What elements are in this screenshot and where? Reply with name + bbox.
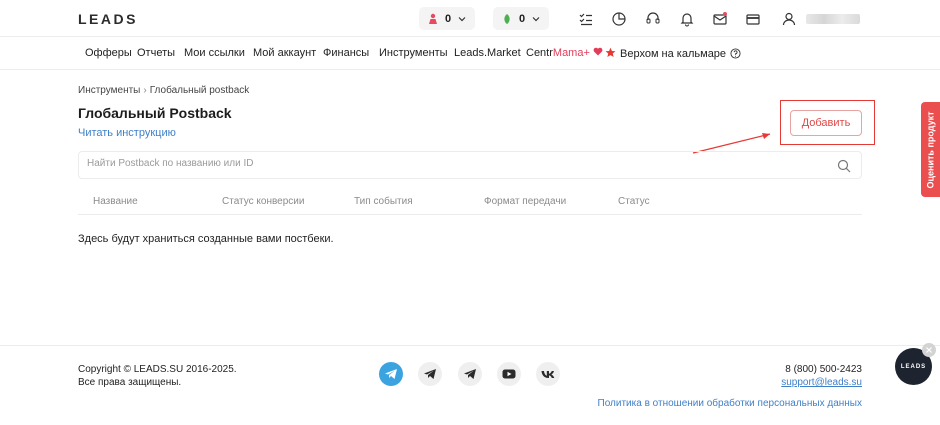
menu-item-my-links[interactable]: Мои ссылки [184,47,245,59]
star-icon [605,47,616,57]
menu-item-finance[interactable]: Финансы [323,47,369,59]
close-icon[interactable] [922,343,936,357]
menu-item-offers[interactable]: Офферы [85,47,132,59]
mail-icon[interactable] [712,11,728,27]
column-conversion-status: Статус конверсии [222,196,305,207]
headset-icon[interactable] [645,11,661,27]
vk-icon[interactable] [536,362,560,386]
copyright-text: Copyright © LEADS.SU 2016-2025. [78,364,237,375]
rank-counter[interactable]: 0 [419,7,476,30]
breadcrumb-current: Глобальный postback [149,85,250,96]
table-header: Название Статус конверсии Тип события Фо… [78,188,862,215]
rank-counter-value: 0 [445,12,452,25]
privacy-policy-link[interactable]: Политика в отношении обработки персональ… [598,398,862,409]
column-transfer-format: Формат передачи [484,196,567,207]
centr-prefix: Centr [526,47,553,59]
user-icon[interactable] [781,11,797,27]
footer: Copyright © LEADS.SU 2016-2025. Все прав… [0,345,940,425]
menu-item-centr-mama[interactable]: CentrMama+ [526,47,603,59]
empty-state-message: Здесь будут храниться созданные вами пос… [78,233,334,245]
user-name-blurred[interactable] [806,14,860,24]
bell-icon[interactable] [679,11,695,27]
menu-item-tools[interactable]: Инструменты [379,47,448,59]
support-email-link[interactable]: support@leads.su [781,377,862,388]
promo-label: Верхом на кальмаре [620,48,727,60]
main-menu: Офферы Отчеты Мои ссылки Мой аккаунт Фин… [0,37,940,70]
support-phone[interactable]: 8 (800) 500-2423 [785,364,862,375]
instruction-link[interactable]: Читать инструкцию [78,127,176,139]
menu-item-promo[interactable]: Верхом на кальмаре [605,47,726,60]
telegram-news-icon[interactable] [379,362,403,386]
chat-widget-label: LEADS [900,363,927,370]
chevron-down-icon [532,16,540,21]
centr-suffix: Mama+ [552,47,590,59]
search-icon[interactable] [837,159,851,173]
breadcrumb-separator: › [143,85,147,96]
leads-logo[interactable]: LEADS [78,11,138,27]
search-input[interactable] [87,158,807,169]
search-box [78,151,862,179]
menu-item-my-account[interactable]: Мой аккаунт [253,47,316,59]
person-rank-icon [429,13,437,24]
menu-item-reports[interactable]: Отчеты [137,47,175,59]
leaf-icon [504,13,510,24]
telegram-channel-icon[interactable] [458,362,482,386]
breadcrumb: Инструменты › Глобальный postback [78,85,249,96]
menu-item-leads-market[interactable]: Leads.Market [454,47,521,59]
add-button[interactable]: Добавить [790,110,862,136]
top-header: LEADS 0 0 [0,0,940,37]
heart-icon [593,47,603,56]
stats-globe-icon[interactable] [611,11,627,27]
column-name: Название [93,196,138,207]
card-icon[interactable] [745,11,761,27]
rights-text: Все права защищены. [78,377,182,388]
page-title: Глобальный Postback [78,105,232,121]
column-event-type: Тип события [354,196,413,207]
leaf-counter[interactable]: 0 [493,7,550,30]
feedback-tab-label: Оценить продукт [925,110,936,189]
question-icon[interactable] [730,48,741,59]
youtube-icon[interactable] [497,362,521,386]
chevron-down-icon [458,16,466,21]
tasks-icon[interactable] [578,11,594,27]
breadcrumb-parent[interactable]: Инструменты [78,85,140,96]
feedback-tab[interactable]: Оценить продукт [921,102,940,197]
leaf-counter-value: 0 [519,12,526,25]
column-status: Статус [618,196,650,207]
telegram-chat-icon[interactable] [418,362,442,386]
